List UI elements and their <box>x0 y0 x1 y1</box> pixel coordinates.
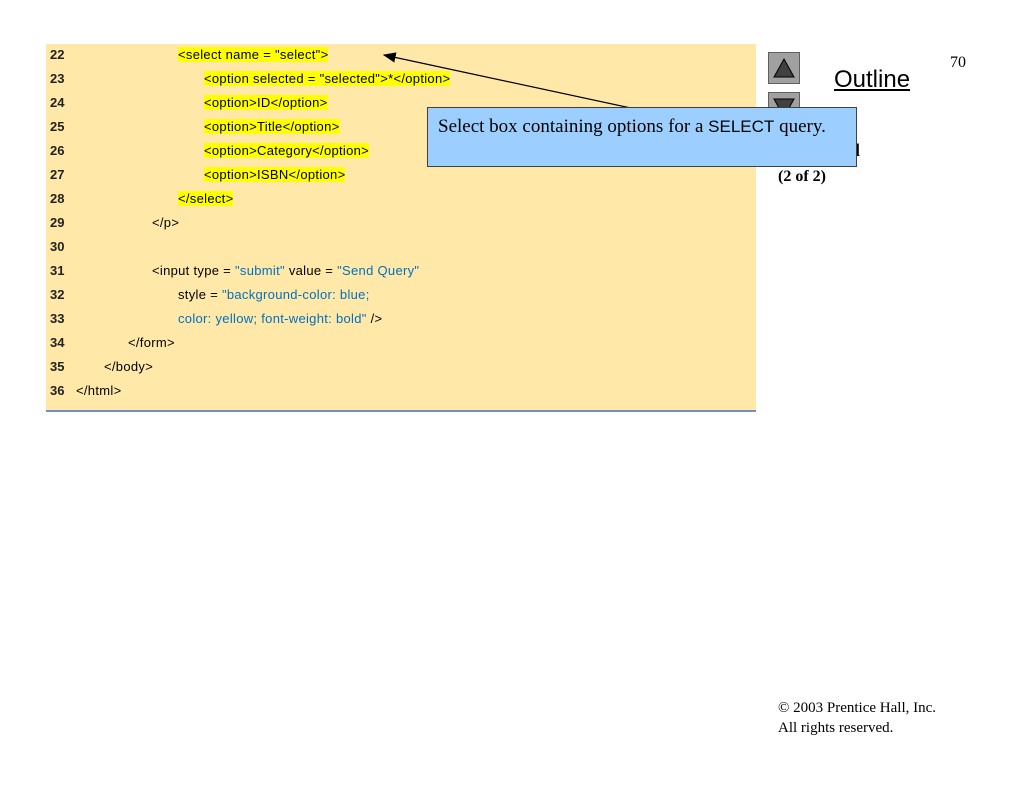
callout-keyword: SELECT <box>708 117 775 136</box>
copyright: © 2003 Prentice Hall, Inc. All rights re… <box>778 698 936 738</box>
copyright-line-2: All rights reserved. <box>778 720 894 736</box>
callout-text-before: Select box containing options for a <box>438 116 709 137</box>
callout-text-after: query. <box>774 116 826 137</box>
callout-box: Select box containing options for a SELE… <box>427 107 857 167</box>
copyright-line-1: © 2003 Prentice Hall, Inc. <box>778 700 937 716</box>
